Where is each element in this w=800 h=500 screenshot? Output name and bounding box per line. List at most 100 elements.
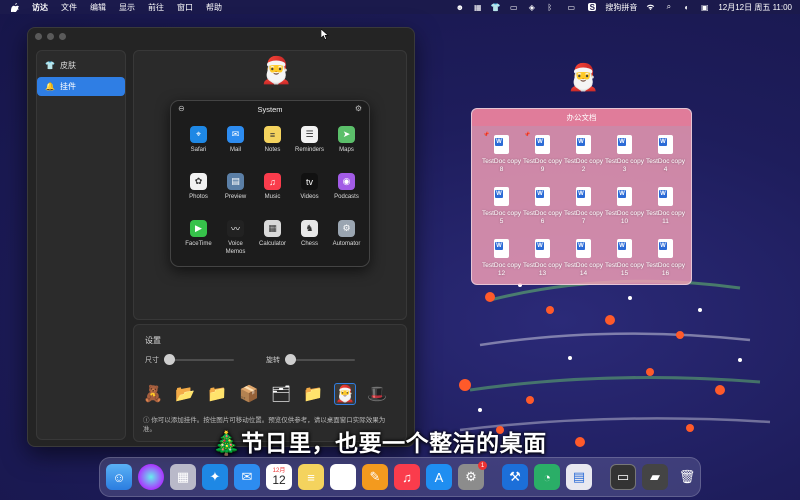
- folder-yellow2-icon[interactable]: 📁: [302, 383, 324, 405]
- file-item[interactable]: TestDoc copy 11: [645, 187, 686, 239]
- app-photos[interactable]: ✿ Photos: [180, 173, 217, 220]
- grid-icon[interactable]: ▦: [473, 3, 482, 12]
- menu-app-name[interactable]: 访达: [32, 2, 48, 13]
- file-item[interactable]: 📌 TestDoc copy 8: [481, 132, 522, 187]
- app-calculator[interactable]: ▦ Calculator: [254, 220, 291, 267]
- rotate-slider[interactable]: [285, 354, 355, 365]
- map-icon: ➤: [338, 126, 355, 143]
- gift-box-icon[interactable]: 📦: [238, 383, 260, 405]
- size-slider-knob[interactable]: [164, 354, 175, 365]
- menu-view[interactable]: 显示: [119, 2, 135, 13]
- wechat-icon[interactable]: ◔: [534, 464, 560, 490]
- preview-santa-ornament[interactable]: 🎅: [260, 57, 292, 83]
- layers-icon[interactable]: ◈: [527, 3, 536, 12]
- folder-thumb-icon[interactable]: ▰: [642, 464, 668, 490]
- bluetooth-icon[interactable]: ᛒ: [545, 3, 554, 12]
- app-videos[interactable]: tv Videos: [291, 173, 328, 220]
- menu-clock[interactable]: 12月12日 周五 11:00: [718, 2, 792, 13]
- bear-icon[interactable]: 🧸: [142, 383, 164, 405]
- app-maps[interactable]: ➤ Maps: [328, 126, 365, 173]
- folder-bear-icon[interactable]: 📂: [174, 383, 196, 405]
- sidebar-item-skin[interactable]: 👕 皮肤: [37, 56, 125, 75]
- file-item[interactable]: TestDoc copy 10: [604, 187, 645, 239]
- app-voice-memos[interactable]: 〰 Voice Memos: [217, 220, 254, 267]
- finder-icon[interactable]: ☺: [106, 464, 132, 490]
- wifi-icon[interactable]: [646, 3, 655, 11]
- file-item[interactable]: 📌 TestDoc copy 9: [522, 132, 563, 187]
- file-item[interactable]: TestDoc copy 4: [645, 135, 686, 187]
- rotate-slider-knob[interactable]: [285, 354, 296, 365]
- safari-icon[interactable]: ✦: [202, 464, 228, 490]
- file-item[interactable]: TestDoc copy 6: [522, 187, 563, 239]
- appstore-icon[interactable]: A: [426, 464, 452, 490]
- folder-yellow-icon[interactable]: 🗂: [270, 383, 292, 405]
- notes-icon[interactable]: ≡: [298, 464, 324, 490]
- preview-icon[interactable]: ▤: [566, 464, 592, 490]
- pages-icon[interactable]: ✎: [362, 464, 388, 490]
- app-automator[interactable]: ⚙ Automator: [328, 220, 365, 267]
- zoom-button[interactable]: [59, 33, 66, 40]
- calendar-icon[interactable]: 12月 12: [266, 464, 292, 490]
- window-icon[interactable]: ▭: [610, 464, 636, 490]
- app-notes[interactable]: ≡ Notes: [254, 126, 291, 173]
- input-method-label[interactable]: 搜狗拼音: [605, 2, 637, 13]
- app-facetime[interactable]: ▶ FaceTime: [180, 220, 217, 267]
- app-chess[interactable]: ♞ Chess: [291, 220, 328, 267]
- app-reminders[interactable]: ☰ Reminders: [291, 126, 328, 173]
- menu-go[interactable]: 前往: [148, 2, 164, 13]
- tshirt-status-icon[interactable]: 👕: [491, 3, 501, 12]
- app-safari[interactable]: ⌖ Safari: [180, 126, 217, 173]
- smiley-icon[interactable]: ☻: [455, 3, 464, 12]
- menu-file[interactable]: 文件: [61, 2, 77, 13]
- xcode-icon[interactable]: ⚒: [502, 464, 528, 490]
- sidebar: 👕 皮肤 🔔 挂件: [36, 50, 126, 440]
- file-item[interactable]: TestDoc copy 3: [604, 135, 645, 187]
- file-item[interactable]: TestDoc copy 14: [563, 239, 604, 291]
- folder-bear2-icon[interactable]: 📁: [206, 383, 228, 405]
- photos-icon[interactable]: ✿: [330, 464, 356, 490]
- santa-hat2-icon[interactable]: 🎄: [398, 383, 402, 405]
- santa-icon[interactable]: 🎅: [334, 383, 356, 405]
- size-slider-row: 尺寸: [145, 354, 234, 365]
- file-item[interactable]: TestDoc copy 5: [481, 187, 522, 239]
- sidebar-item-label: 挂件: [60, 82, 76, 91]
- file-item[interactable]: TestDoc copy 7: [563, 187, 604, 239]
- gear-icon[interactable]: ⚙: [355, 104, 362, 113]
- siri-icon[interactable]: [138, 464, 164, 490]
- settings-icon[interactable]: ⚙ 1: [458, 461, 487, 490]
- sogou-icon[interactable]: S: [588, 3, 597, 12]
- notification-icon[interactable]: ▣: [700, 3, 709, 12]
- file-item[interactable]: TestDoc copy 13: [522, 239, 563, 291]
- close-button[interactable]: [35, 33, 42, 40]
- control-center-icon[interactable]: ◐: [682, 3, 691, 12]
- mail-icon[interactable]: ✉: [234, 464, 260, 490]
- file-item[interactable]: TestDoc copy 15: [604, 239, 645, 291]
- apple-icon[interactable]: [10, 2, 19, 12]
- app-preview[interactable]: ▤ Preview: [217, 173, 254, 220]
- trash-icon[interactable]: 🗑: [674, 464, 700, 490]
- display-icon[interactable]: ▭: [509, 3, 518, 12]
- size-slider[interactable]: [164, 354, 234, 365]
- system-widget[interactable]: ⊖ System ⚙ ⌖ Safari ✉ Mail ≡ Notes ☰ Reminders ➤…: [170, 100, 370, 267]
- file-item[interactable]: TestDoc copy 12: [481, 239, 522, 291]
- minus-circle-icon[interactable]: ⊖: [178, 104, 185, 113]
- battery-icon[interactable]: ▭: [563, 3, 579, 12]
- app-music[interactable]: ♫ Music: [254, 173, 291, 220]
- menu-help[interactable]: 帮助: [206, 2, 222, 13]
- file-item[interactable]: TestDoc copy 16: [645, 239, 686, 291]
- menu-window[interactable]: 窗口: [177, 2, 193, 13]
- app-mail[interactable]: ✉ Mail: [217, 126, 254, 173]
- folder-widget[interactable]: 办公文档 📌TestDoc copy 8📌TestDoc copy 9TestD…: [471, 108, 692, 285]
- file-item[interactable]: TestDoc copy 2: [563, 135, 604, 187]
- window-controls: [35, 33, 66, 40]
- santa-hat-icon[interactable]: 🎩: [366, 383, 388, 405]
- minimize-button[interactable]: [47, 33, 54, 40]
- desktop-santa-ornament[interactable]: 🎅: [567, 64, 599, 90]
- app-podcasts[interactable]: ◉ Podcasts: [328, 173, 365, 220]
- sidebar-item-pendant[interactable]: 🔔 挂件: [37, 77, 125, 96]
- music-note-icon: ♫: [264, 173, 281, 190]
- music-icon[interactable]: ♫: [394, 464, 420, 490]
- launchpad-icon[interactable]: ▦: [170, 464, 196, 490]
- search-icon[interactable]: ⌕: [664, 2, 673, 11]
- menu-edit[interactable]: 编辑: [90, 2, 106, 13]
